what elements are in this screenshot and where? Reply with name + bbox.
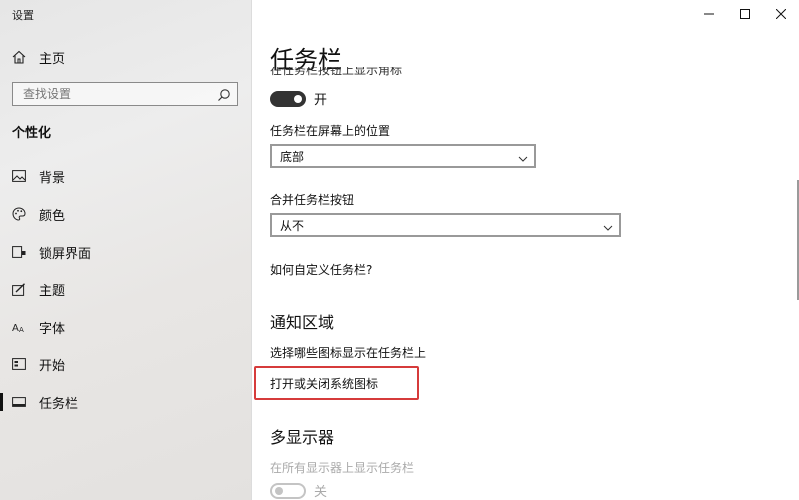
combine-dropdown-value: 从不	[280, 218, 305, 233]
app-title: 设置	[12, 9, 34, 22]
minimize-button[interactable]	[691, 0, 727, 26]
nav-home[interactable]: 主页	[0, 40, 251, 74]
sidebar-item-label: 背景	[39, 170, 66, 186]
sidebar-item-background[interactable]: 背景	[0, 159, 251, 193]
image-icon	[11, 168, 27, 184]
close-icon	[775, 4, 787, 23]
multi-display-toggle-state: 关	[314, 485, 328, 500]
sidebar-item-label: 锁屏界面	[39, 246, 92, 262]
multi-display-toggle[interactable]	[270, 482, 306, 499]
badge-toggle-state: 开	[314, 93, 328, 108]
select-icons-link[interactable]: 选择哪些图标显示在任务栏上	[270, 344, 426, 361]
nav-home-label: 主页	[39, 51, 66, 67]
section-title: 个性化	[12, 126, 52, 141]
badge-label-partial: 在任务栏按钮上显示角标	[270, 67, 403, 77]
sidebar-item-fonts[interactable]: AA 字体	[0, 310, 251, 344]
sidebar-item-label: 主题	[39, 283, 66, 299]
sidebar-item-label: 字体	[39, 321, 66, 337]
chevron-down-icon	[603, 221, 613, 235]
minimize-icon	[704, 4, 714, 23]
sidebar-item-label: 开始	[39, 358, 66, 374]
position-dropdown[interactable]: 底部	[270, 144, 536, 168]
sidebar-item-label: 颜色	[39, 208, 66, 224]
system-icons-link[interactable]: 打开或关闭系统图标	[270, 375, 378, 392]
theme-brush-icon	[11, 281, 27, 297]
sidebar-item-colors[interactable]: 颜色	[0, 197, 251, 231]
close-button[interactable]	[763, 0, 799, 26]
customize-taskbar-link[interactable]: 如何自定义任务栏?	[270, 261, 372, 278]
main-content: 任务栏 在任务栏按钮上显示角标 开 任务栏在屏幕上的位置 底部 合并任务栏按钮 …	[252, 0, 799, 500]
position-label: 任务栏在屏幕上的位置	[270, 124, 391, 138]
sidebar-item-themes[interactable]: 主题	[0, 272, 251, 306]
search-input[interactable]	[13, 87, 209, 101]
lockscreen-icon	[11, 244, 27, 260]
notification-area-heading: 通知区域	[270, 313, 335, 332]
taskbar-icon	[11, 394, 27, 410]
search-box[interactable]	[12, 82, 238, 106]
svg-text:A: A	[19, 326, 24, 333]
navigation-pane: 设置 主页 个性化 背景 颜色 锁屏界面 主题	[0, 0, 252, 500]
svg-text:A: A	[12, 323, 19, 333]
maximize-icon	[740, 4, 750, 23]
start-icon	[11, 356, 27, 372]
search-icon[interactable]	[217, 87, 231, 106]
position-dropdown-value: 底部	[280, 149, 305, 164]
chevron-down-icon	[518, 152, 528, 166]
window-controls	[691, 0, 799, 26]
palette-icon	[11, 206, 27, 222]
sidebar-item-start[interactable]: 开始	[0, 347, 251, 381]
multi-display-heading: 多显示器	[270, 428, 335, 447]
multi-display-toggle-row: 关	[270, 481, 327, 500]
maximize-button[interactable]	[727, 0, 763, 26]
home-icon	[11, 49, 27, 65]
sidebar-item-lockscreen[interactable]: 锁屏界面	[0, 235, 251, 269]
sidebar-item-taskbar[interactable]: 任务栏	[0, 385, 251, 419]
badge-toggle[interactable]	[270, 90, 306, 107]
badge-toggle-row: 开	[270, 89, 327, 108]
combine-dropdown[interactable]: 从不	[270, 213, 621, 237]
font-icon: AA	[11, 319, 27, 335]
sidebar-item-label: 任务栏	[39, 396, 79, 412]
combine-label: 合并任务栏按钮	[270, 193, 355, 207]
show-all-displays-label: 在所有显示器上显示任务栏	[270, 461, 415, 475]
